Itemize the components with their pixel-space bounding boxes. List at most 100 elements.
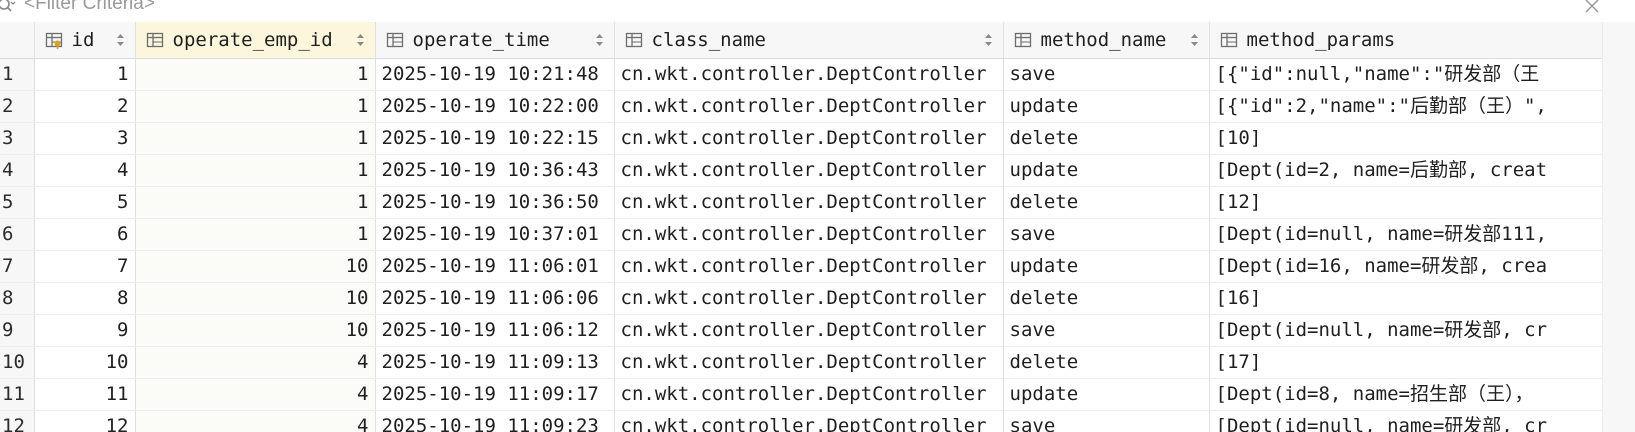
cell-method-name[interactable]: update (1003, 250, 1210, 283)
cell-operate-emp-id[interactable]: 10 (135, 282, 376, 315)
vertical-scrollbar[interactable] (1602, 22, 1635, 432)
cell-class-name[interactable]: cn.wkt.controller.DeptController (614, 186, 1004, 219)
table-row[interactable]: 1 1 1 2025-10-19 10:21:48 cn.wkt.controller.… (0, 58, 1602, 91)
column-header-operate-emp-id[interactable]: operate_emp_id (135, 22, 376, 59)
cell-operate-time[interactable]: 2025-10-19 10:22:15 (375, 122, 615, 155)
cell-operate-emp-id[interactable]: 1 (135, 218, 376, 251)
cell-method-name[interactable]: save (1003, 314, 1210, 347)
cell-operate-emp-id[interactable]: 10 (135, 250, 376, 283)
cell-class-name[interactable]: cn.wkt.controller.DeptController (614, 378, 1004, 411)
table-row[interactable]: 6 6 1 2025-10-19 10:37:01 cn.wkt.controller.… (0, 218, 1602, 251)
cell-method-name[interactable]: delete (1003, 122, 1210, 155)
cell-operate-emp-id[interactable]: 1 (135, 90, 376, 123)
cell-id[interactable]: 11 (34, 378, 136, 411)
row-number[interactable]: 4 (0, 154, 35, 187)
cell-operate-emp-id[interactable]: 1 (135, 122, 376, 155)
cell-method-name[interactable]: update (1003, 90, 1210, 123)
column-header-id[interactable]: id (34, 22, 136, 59)
cell-class-name[interactable]: cn.wkt.controller.DeptController (614, 218, 1004, 251)
cell-id[interactable]: 12 (34, 410, 136, 432)
cell-operate-time[interactable]: 2025-10-19 11:06:01 (375, 250, 615, 283)
table-row[interactable]: 5 5 1 2025-10-19 10:36:50 cn.wkt.controller.… (0, 186, 1602, 219)
cell-operate-emp-id[interactable]: 4 (135, 346, 376, 379)
sort-icon[interactable] (984, 33, 993, 47)
cell-method-name[interactable]: delete (1003, 186, 1210, 219)
cell-operate-time[interactable]: 2025-10-19 10:36:50 (375, 186, 615, 219)
filter-input[interactable]: <Filter Criteria> (24, 0, 155, 15)
cell-method-name[interactable]: delete (1003, 346, 1210, 379)
cell-id[interactable]: 2 (34, 90, 136, 123)
cell-class-name[interactable]: cn.wkt.controller.DeptController (614, 154, 1004, 187)
cell-operate-time[interactable]: 2025-10-19 11:09:17 (375, 378, 615, 411)
cell-operate-emp-id[interactable]: 1 (135, 58, 376, 91)
table-row[interactable]: 9 9 10 2025-10-19 11:06:12 cn.wkt.controller… (0, 314, 1602, 347)
cell-method-params[interactable]: [Dept(id=null, name=研发部111, (1209, 218, 1602, 251)
cell-operate-time[interactable]: 2025-10-19 10:36:43 (375, 154, 615, 187)
cell-method-name[interactable]: update (1003, 378, 1210, 411)
cell-operate-emp-id[interactable]: 1 (135, 186, 376, 219)
row-number[interactable]: 7 (0, 250, 35, 283)
cell-operate-time[interactable]: 2025-10-19 11:09:13 (375, 346, 615, 379)
cell-id[interactable]: 1 (34, 58, 136, 91)
cell-id[interactable]: 4 (34, 154, 136, 187)
table-row[interactable]: 8 8 10 2025-10-19 11:06:06 cn.wkt.controller… (0, 282, 1602, 315)
cell-id[interactable]: 7 (34, 250, 136, 283)
sort-icon[interactable] (116, 33, 125, 47)
cell-method-name[interactable]: save (1003, 410, 1210, 432)
cell-operate-emp-id[interactable]: 4 (135, 410, 376, 432)
table-row[interactable]: 4 4 1 2025-10-19 10:36:43 cn.wkt.controller.… (0, 154, 1602, 187)
cell-id[interactable]: 8 (34, 282, 136, 315)
close-icon[interactable] (1584, 0, 1600, 14)
row-number[interactable]: 12 (0, 410, 35, 432)
cell-class-name[interactable]: cn.wkt.controller.DeptController (614, 122, 1004, 155)
row-number[interactable]: 9 (0, 314, 35, 347)
cell-method-name[interactable]: update (1003, 154, 1210, 187)
cell-operate-time[interactable]: 2025-10-19 11:06:06 (375, 282, 615, 315)
cell-method-params[interactable]: [Dept(id=2, name=后勤部, creat (1209, 154, 1602, 187)
cell-method-params[interactable]: [12] (1209, 186, 1602, 219)
cell-class-name[interactable]: cn.wkt.controller.DeptController (614, 346, 1004, 379)
cell-operate-time[interactable]: 2025-10-19 11:06:12 (375, 314, 615, 347)
cell-class-name[interactable]: cn.wkt.controller.DeptController (614, 282, 1004, 315)
cell-method-name[interactable]: save (1003, 58, 1210, 91)
cell-method-params[interactable]: [Dept(id=16, name=研发部, crea (1209, 250, 1602, 283)
row-number[interactable]: 2 (0, 90, 35, 123)
cell-method-params[interactable]: [17] (1209, 346, 1602, 379)
cell-class-name[interactable]: cn.wkt.controller.DeptController (614, 90, 1004, 123)
row-number[interactable]: 5 (0, 186, 35, 219)
cell-operate-time[interactable]: 2025-10-19 11:09:23 (375, 410, 615, 432)
cell-class-name[interactable]: cn.wkt.controller.DeptController (614, 314, 1004, 347)
row-number[interactable]: 8 (0, 282, 35, 315)
row-number[interactable]: 10 (0, 346, 35, 379)
sort-icon[interactable] (595, 33, 604, 47)
cell-method-params[interactable]: [{"id":null,"name":"研发部（王 (1209, 58, 1602, 91)
search-icon[interactable] (0, 0, 16, 16)
cell-method-name[interactable]: save (1003, 218, 1210, 251)
cell-id[interactable]: 9 (34, 314, 136, 347)
cell-id[interactable]: 5 (34, 186, 136, 219)
cell-operate-time[interactable]: 2025-10-19 10:22:00 (375, 90, 615, 123)
cell-operate-time[interactable]: 2025-10-19 10:21:48 (375, 58, 615, 91)
cell-method-params[interactable]: [16] (1209, 282, 1602, 315)
cell-id[interactable]: 3 (34, 122, 136, 155)
table-row[interactable]: 11 11 4 2025-10-19 11:09:17 cn.wkt.controlle… (0, 378, 1602, 411)
sort-icon[interactable] (356, 33, 365, 47)
cell-id[interactable]: 6 (34, 218, 136, 251)
table-row[interactable]: 7 7 10 2025-10-19 11:06:01 cn.wkt.controller… (0, 250, 1602, 283)
table-row[interactable]: 3 3 1 2025-10-19 10:22:15 cn.wkt.controller.… (0, 122, 1602, 155)
cell-method-params[interactable]: [Dept(id=8, name=招生部（王）， (1209, 378, 1602, 411)
column-header-method-params[interactable]: method_params (1209, 22, 1602, 59)
column-header-operate-time[interactable]: operate_time (375, 22, 615, 59)
cell-operate-time[interactable]: 2025-10-19 10:37:01 (375, 218, 615, 251)
cell-class-name[interactable]: cn.wkt.controller.DeptController (614, 250, 1004, 283)
cell-id[interactable]: 10 (34, 346, 136, 379)
row-number[interactable]: 3 (0, 122, 35, 155)
table-row[interactable]: 10 10 4 2025-10-19 11:09:13 cn.wkt.controlle… (0, 346, 1602, 379)
row-number[interactable]: 11 (0, 378, 35, 411)
sort-icon[interactable] (1190, 33, 1199, 47)
cell-method-params[interactable]: [Dept(id=null, name=研发部, cr (1209, 410, 1602, 432)
row-number[interactable]: 1 (0, 58, 35, 91)
row-number[interactable]: 6 (0, 218, 35, 251)
column-header-class-name[interactable]: class_name (614, 22, 1004, 59)
table-row[interactable]: 12 12 4 2025-10-19 11:09:23 cn.wkt.controlle… (0, 410, 1602, 432)
